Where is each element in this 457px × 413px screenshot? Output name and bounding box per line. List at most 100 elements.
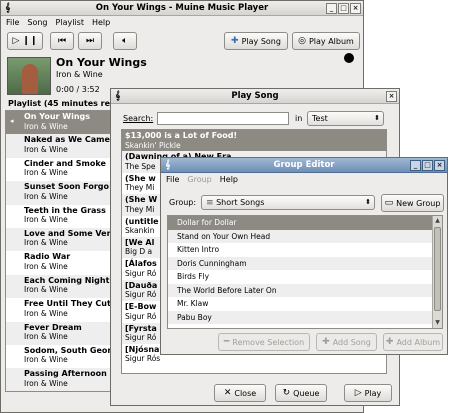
play-button[interactable]: ▷ Play — [344, 384, 392, 402]
playlist-row[interactable]: Passing Afternoon Iron & Wine — [6, 368, 116, 391]
play-song-titlebar[interactable]: 𝄞 Play Song × — [111, 89, 399, 104]
playlist-row-artist: Iron & Wine — [24, 332, 68, 342]
group-editor-titlebar[interactable]: 𝄞 Group Editor _ □ × — [161, 158, 447, 173]
maximize-icon[interactable]: □ — [338, 3, 349, 14]
playlist-row[interactable]: Naked as We Came Iron & Wine — [6, 134, 116, 158]
combo-arrow-icon: ⬍ — [365, 198, 371, 206]
playlist-list[interactable]: ◂ On Your Wings Iron & Wine Naked as We Cam… — [5, 110, 117, 392]
playlist-row[interactable]: Cinder and Smoke Iron & Wine — [6, 158, 116, 181]
song-row-artist: Skankin' Pickle — [125, 140, 181, 150]
menu-file[interactable]: File — [166, 173, 179, 187]
playlist-row[interactable]: Teeth in the Grass Iron & Wine — [6, 205, 116, 228]
list-icon: ≡ — [206, 198, 214, 208]
new-group-label: New Group — [396, 198, 441, 208]
group-song-row[interactable]: Birds Fly — [168, 270, 432, 284]
menu-group[interactable]: Group — [187, 173, 211, 187]
playlist-row-artist: Iron & Wine — [24, 355, 68, 365]
playlist-row[interactable]: Free Until They Cut Iron & Wine — [6, 298, 116, 321]
x-icon: ✕ — [223, 387, 232, 398]
playlist-row[interactable]: Radio War Iron & Wine — [6, 251, 116, 274]
add-song-button[interactable]: ✚ Add Song — [316, 333, 377, 351]
close-label: Close — [234, 388, 257, 398]
playlist-row-title: On Your Wings — [24, 112, 91, 121]
song-row[interactable]: $13,000 is a Lot of Food! Skankin' Pickle — [122, 130, 386, 152]
playlist-row-artist: Iron & Wine — [24, 121, 68, 131]
maximize-icon[interactable]: □ — [422, 160, 433, 171]
minimize-icon[interactable]: _ — [410, 160, 421, 171]
remove-selection-button[interactable]: ━ Remove Selection — [218, 333, 310, 351]
previous-button[interactable]: ⏮ — [50, 32, 74, 50]
playlist-row[interactable]: Each Coming Night Iron & Wine — [6, 274, 116, 299]
remove-selection-label: Remove Selection — [232, 337, 305, 347]
close-icon[interactable]: × — [386, 91, 397, 102]
group-combo[interactable]: ≡ Short Songs ⬍ — [201, 195, 375, 210]
window-menu-icon[interactable]: 𝄞 — [5, 2, 10, 14]
source-combo[interactable]: Test ⬍ — [307, 111, 384, 126]
play-icon: ▷ — [12, 35, 20, 46]
group-song-row[interactable]: The World Before Later On — [168, 283, 432, 297]
next-button[interactable]: ⏭ — [78, 32, 102, 50]
group-song-list[interactable]: Dollar for Dollar Stand on Your Own Head K… — [167, 215, 443, 329]
now-playing-icon: ◂ — [10, 117, 14, 125]
group-song-row[interactable]: Dollar for Dollar — [168, 216, 432, 230]
playlist-row-artist: Iron & Wine — [24, 261, 68, 271]
main-titlebar[interactable]: 𝄞 On Your Wings - Muine Music Player _ □… — [1, 1, 363, 16]
in-label: in — [295, 114, 303, 123]
now-playing-artist: Iron & Wine — [56, 70, 103, 79]
scroll-down-icon[interactable]: ▼ — [433, 318, 442, 328]
group-song-row[interactable]: Kitten Intro — [168, 243, 432, 257]
cover-figure — [22, 64, 38, 94]
group-song-row[interactable]: Mr. Klaw — [168, 297, 432, 311]
new-group-button[interactable]: ▭ New Group — [381, 194, 444, 212]
play-song-button[interactable]: ✚ Play Song — [224, 32, 288, 50]
playlist-row-artist: Iron & Wine — [24, 285, 68, 295]
group-song-row[interactable]: Stand on Your Own Head — [168, 229, 432, 243]
playlist-row-artist: Iron & Wine — [24, 168, 68, 178]
menu-song[interactable]: Song — [27, 16, 47, 30]
play-song-label: Play Song — [241, 36, 281, 46]
playlist-row-artist: Iron & Wine — [24, 215, 68, 225]
playlist-row-title: Fever Dream — [24, 322, 82, 332]
play-album-button[interactable]: ◎ Play Album — [292, 32, 360, 50]
pause-icon: ❙❙ — [22, 35, 38, 46]
group-editor-menubar: File Group Help — [161, 173, 447, 187]
playlist-row[interactable]: Love and Some Ver Iron & Wine — [6, 227, 116, 252]
close-button[interactable]: ✕ Close — [214, 384, 266, 402]
playlist-row[interactable]: ◂ On Your Wings Iron & Wine — [6, 111, 116, 135]
queue-label: Queue — [293, 388, 320, 398]
group-song-row[interactable]: Pabu Boy — [168, 310, 432, 324]
playlist-row-artist: Iron & Wine — [24, 378, 68, 388]
menu-help[interactable]: Help — [92, 16, 110, 30]
playlist-row[interactable]: Sodom, South Geor Iron & Wine — [6, 345, 116, 368]
playlist-row[interactable]: Fever Dream Iron & Wine — [6, 321, 116, 345]
menu-help[interactable]: Help — [220, 173, 238, 187]
playlist-row[interactable]: Sunset Soon Forgo Iron & Wine — [6, 181, 116, 205]
group-editor-title: Group Editor — [273, 160, 335, 170]
playlist-row-artist: Iron & Wine — [24, 308, 68, 318]
window-menu-icon[interactable]: 𝄞 — [115, 90, 120, 102]
close-icon[interactable]: × — [434, 160, 445, 171]
scroll-up-icon[interactable]: ▲ — [433, 216, 442, 226]
add-album-button[interactable]: ✚ Add Album — [383, 333, 443, 351]
minimize-icon[interactable]: _ — [326, 3, 337, 14]
group-song-row[interactable]: Doris Cunningham — [168, 256, 432, 270]
close-icon[interactable]: × — [350, 3, 361, 14]
menu-playlist[interactable]: Playlist — [56, 16, 84, 30]
playlist-row-artist: Iron & Wine — [24, 238, 68, 248]
playlist-row-artist: Iron & Wine — [24, 191, 68, 201]
group-list-scrollbar[interactable]: ▲ ▼ — [432, 216, 442, 328]
playlist-row-title: Each Coming Night — [24, 275, 110, 285]
add-album-label: Add Album — [396, 337, 441, 347]
volume-button[interactable]: 🔈︎ — [113, 32, 137, 50]
scroll-thumb[interactable] — [434, 227, 441, 311]
play-pause-button[interactable]: ▷ ❙❙ — [7, 32, 43, 50]
menu-file[interactable]: File — [6, 16, 19, 30]
playlist-row-title: Passing Afternoon — [24, 369, 107, 379]
play-icon: ▷ — [354, 387, 362, 398]
queue-button[interactable]: ↻ Queue — [275, 384, 327, 402]
window-menu-icon[interactable]: 𝄞 — [165, 159, 170, 171]
search-input[interactable] — [157, 112, 289, 125]
album-cover — [7, 57, 51, 95]
new-document-icon: ▭ — [384, 197, 394, 208]
play-label: Play — [364, 388, 382, 398]
